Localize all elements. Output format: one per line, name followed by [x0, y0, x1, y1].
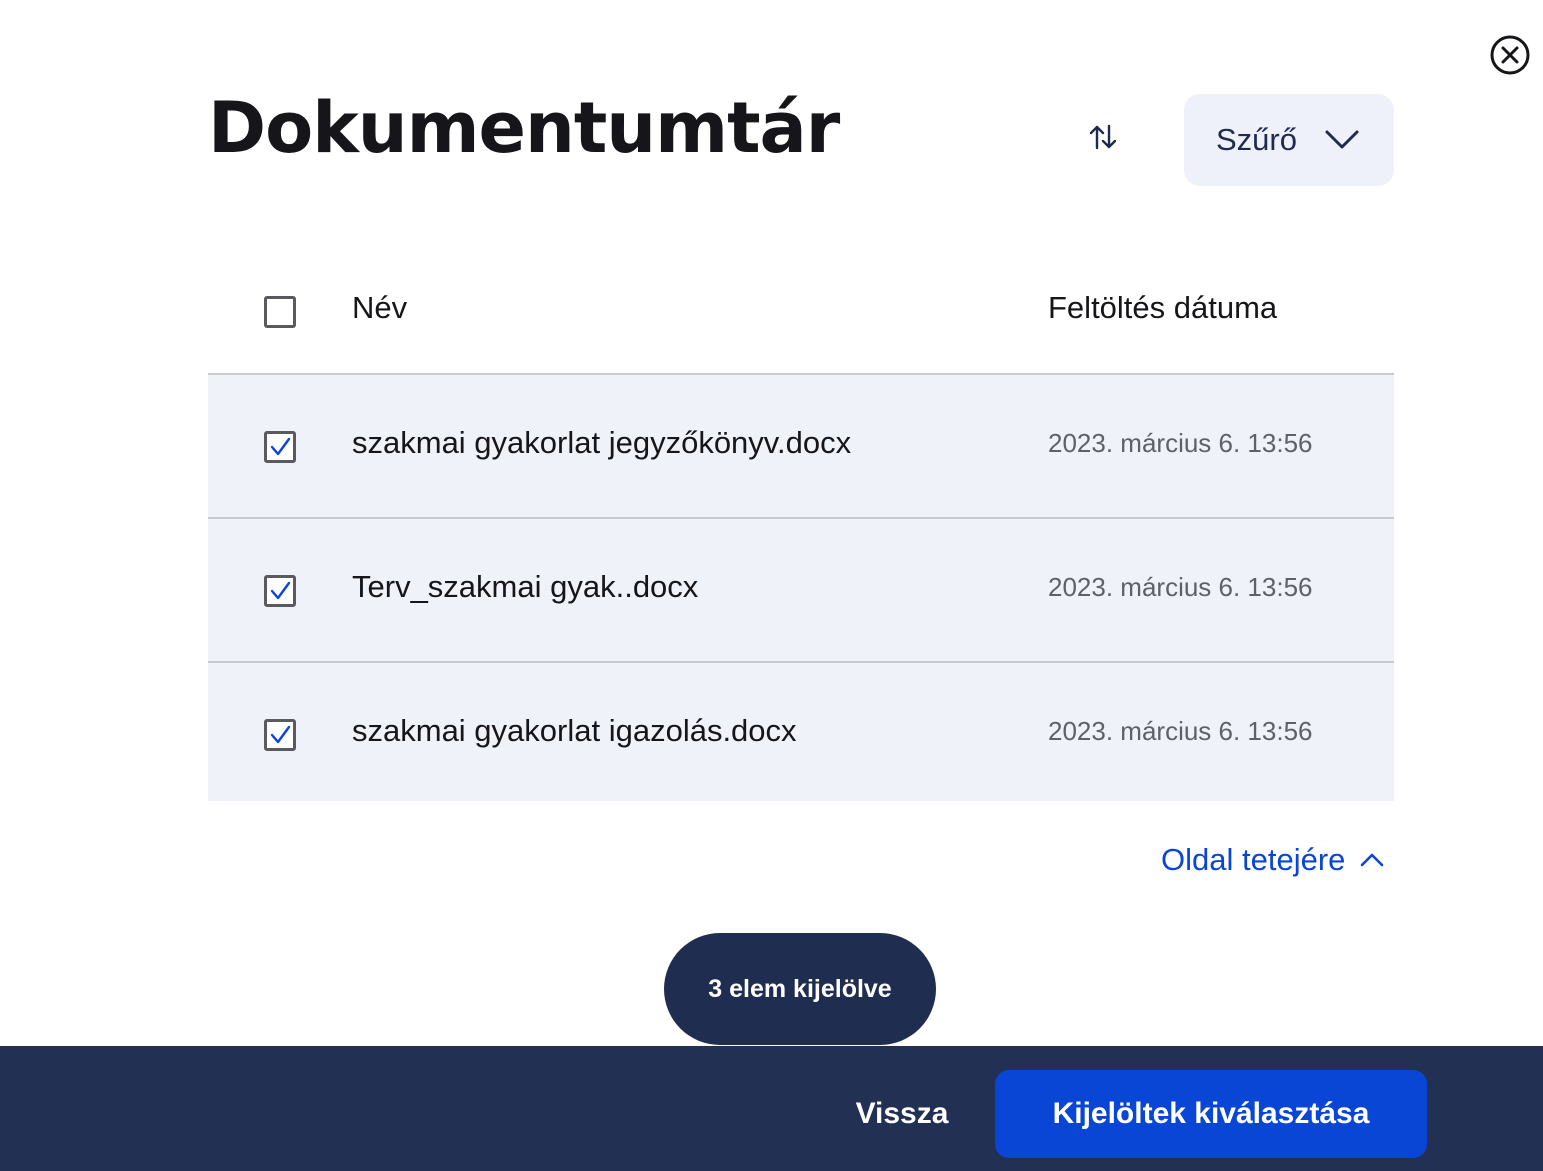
- sort-icon[interactable]: [1080, 116, 1126, 158]
- upload-date: 2023. március 6. 13:56: [1048, 716, 1313, 746]
- file-name: szakmai gyakorlat jegyzőkönyv.docx: [352, 425, 852, 460]
- document-library-dialog: Dokumentumtár Szűrő Név Feltöltés dátuma…: [0, 0, 1543, 1171]
- select-chosen-button[interactable]: Kijelöltek kiválasztása: [995, 1070, 1427, 1158]
- checkmark-icon: [270, 437, 291, 456]
- row-checkbox[interactable]: [264, 719, 296, 751]
- filter-button[interactable]: Szűrő: [1184, 94, 1394, 186]
- row-checkbox[interactable]: [264, 575, 296, 607]
- back-button[interactable]: Vissza: [840, 1086, 964, 1142]
- upload-date: 2023. március 6. 13:56: [1048, 572, 1313, 602]
- select-all-checkbox[interactable]: [264, 296, 296, 328]
- selection-count-badge: 3 elem kijelölve: [664, 933, 936, 1045]
- file-name: Terv_szakmai gyak..docx: [352, 569, 699, 604]
- scroll-to-top-link[interactable]: Oldal tetejére: [1161, 842, 1387, 878]
- filter-label: Szűrő: [1216, 122, 1297, 157]
- close-icon[interactable]: [1489, 34, 1531, 76]
- upload-date: 2023. március 6. 13:56: [1048, 428, 1313, 458]
- scroll-to-top-label: Oldal tetejére: [1161, 842, 1346, 877]
- chevron-up-icon: [1361, 853, 1384, 867]
- row-checkbox[interactable]: [264, 431, 296, 463]
- checkmark-icon: [270, 581, 291, 600]
- checkmark-icon: [270, 725, 291, 744]
- table-header: Név Feltöltés dátuma: [208, 250, 1394, 375]
- table-row[interactable]: Terv_szakmai gyak..docx 2023. március 6.…: [208, 519, 1394, 663]
- document-table: Név Feltöltés dátuma szakmai gyakorlat j…: [208, 250, 1394, 801]
- table-row[interactable]: szakmai gyakorlat jegyzőkönyv.docx 2023.…: [208, 375, 1394, 519]
- file-name: szakmai gyakorlat igazolás.docx: [352, 713, 797, 748]
- column-header-upload-date: Feltöltés dátuma: [1048, 290, 1278, 325]
- chevron-down-icon: [1325, 130, 1359, 149]
- column-header-name: Név: [352, 290, 408, 325]
- page-title: Dokumentumtár: [208, 87, 840, 169]
- table-row[interactable]: szakmai gyakorlat igazolás.docx 2023. má…: [208, 663, 1394, 801]
